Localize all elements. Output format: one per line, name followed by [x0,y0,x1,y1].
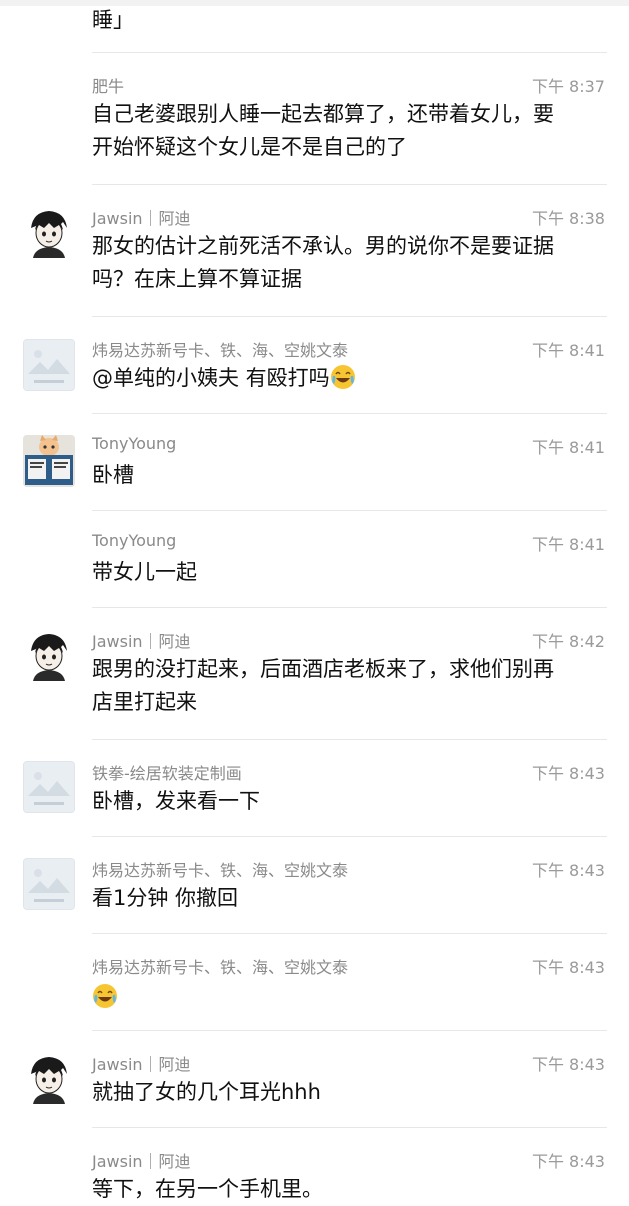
sender-name[interactable]: Jawsin｜阿迪 [92,628,191,652]
message-text: 卧槽，发来看一下 [92,789,260,813]
message-item[interactable]: 肥牛 下午 8:37 自己老婆跟别人睡一起去都算了，还带着女儿，要 开始怀疑这个… [0,53,629,184]
message-text: 等下，在另一个手机里。 [92,1177,323,1201]
message-item[interactable]: 睡」 [0,0,629,52]
cartoon-boy-avatar-icon [23,629,75,681]
message-item[interactable]: Jawsin｜阿迪 下午 8:43 就抽了女的几个耳光hhh [0,1031,629,1127]
avatar[interactable] [23,761,75,813]
message-item[interactable]: Jawsin｜阿迪 下午 8:42 跟男的没打起来，后面酒店老板来了，求他们别再… [0,608,629,739]
avatar[interactable] [23,206,75,258]
sender-name[interactable]: TonyYoung [92,434,176,453]
placeholder-avatar-icon [24,762,74,812]
cartoon-boy-avatar-icon [23,206,75,258]
message-time: 下午 8:41 [531,438,605,457]
sender-name[interactable]: TonyYoung [92,531,176,550]
message-item[interactable]: 炜易达苏新号卡、铁、海、空姚文泰 下午 8:41 @单纯的小姨夫 有殴打吗 [0,317,629,413]
message-text: 跟男的没打起来，后面酒店老板来了，求他们别再 店里打起来 [92,657,554,714]
cat-book-avatar-icon [23,435,75,487]
message-item[interactable]: TonyYoung 下午 8:41 卧槽 [0,414,629,510]
laugh-cry-emoji-icon [93,984,117,1008]
cartoon-boy-avatar-icon [23,1052,75,1104]
sender-name[interactable]: 炜易达苏新号卡、铁、海、空姚文泰 [92,337,348,361]
avatar[interactable] [23,858,75,910]
message-time: 下午 8:41 [531,341,605,360]
sender-name[interactable]: Jawsin｜阿迪 [92,1148,191,1172]
avatar[interactable] [23,629,75,681]
avatar[interactable] [23,435,75,487]
message-time: 下午 8:43 [531,861,605,880]
sender-name[interactable]: 炜易达苏新号卡、铁、海、空姚文泰 [92,954,348,978]
message-item[interactable]: 炜易达苏新号卡、铁、海、空姚文泰 下午 8:43 看1分钟 你撤回 [0,837,629,933]
message-item[interactable]: TonyYoung 下午 8:41 带女儿一起 [0,511,629,607]
chat-message-list[interactable]: 睡」 肥牛 下午 8:37 自己老婆跟别人睡一起去都算了，还带着女儿，要 开始怀… [0,0,629,1201]
message-text: 睡」 [92,8,134,32]
message-time: 下午 8:41 [531,535,605,554]
message-time: 下午 8:43 [531,1152,605,1171]
sender-name[interactable]: 炜易达苏新号卡、铁、海、空姚文泰 [92,857,348,881]
message-time: 下午 8:42 [531,632,605,651]
sender-name[interactable]: 肥牛 [92,73,124,97]
message-item[interactable]: 铁拳-绘居软装定制画 下午 8:43 卧槽，发来看一下 [0,740,629,836]
avatar[interactable] [23,339,75,391]
message-time: 下午 8:38 [531,209,605,228]
sender-name[interactable]: 铁拳-绘居软装定制画 [92,760,242,784]
message-time: 下午 8:43 [531,1055,605,1074]
message-item[interactable]: Jawsin｜阿迪 下午 8:38 那女的估计之前死活不承认。男的说你不是要证据… [0,185,629,316]
message-text [92,981,602,1014]
message-time: 下午 8:43 [531,764,605,783]
avatar[interactable] [23,1052,75,1104]
message-text: 看1分钟 你撤回 [92,886,239,910]
sender-name[interactable]: Jawsin｜阿迪 [92,205,191,229]
message-item[interactable]: 炜易达苏新号卡、铁、海、空姚文泰 下午 8:43 [0,934,629,1030]
message-text: 那女的估计之前死活不承认。男的说你不是要证据 吗？在床上算不算证据 [92,234,554,291]
message-text: 带女儿一起 [92,560,197,584]
message-time: 下午 8:37 [531,77,605,96]
placeholder-avatar-icon [24,340,74,390]
message-text: @单纯的小姨夫 有殴打吗 [92,362,602,395]
sender-name[interactable]: Jawsin｜阿迪 [92,1051,191,1075]
message-text: 自己老婆跟别人睡一起去都算了，还带着女儿，要 开始怀疑这个女儿是不是自己的了 [92,102,554,159]
laugh-cry-emoji-icon [330,365,355,389]
message-text: 卧槽 [92,463,134,487]
message-text: 就抽了女的几个耳光hhh [92,1080,321,1104]
message-item[interactable]: Jawsin｜阿迪 下午 8:43 等下，在另一个手机里。 [0,1128,629,1201]
placeholder-avatar-icon [24,859,74,909]
message-time: 下午 8:43 [531,958,605,977]
